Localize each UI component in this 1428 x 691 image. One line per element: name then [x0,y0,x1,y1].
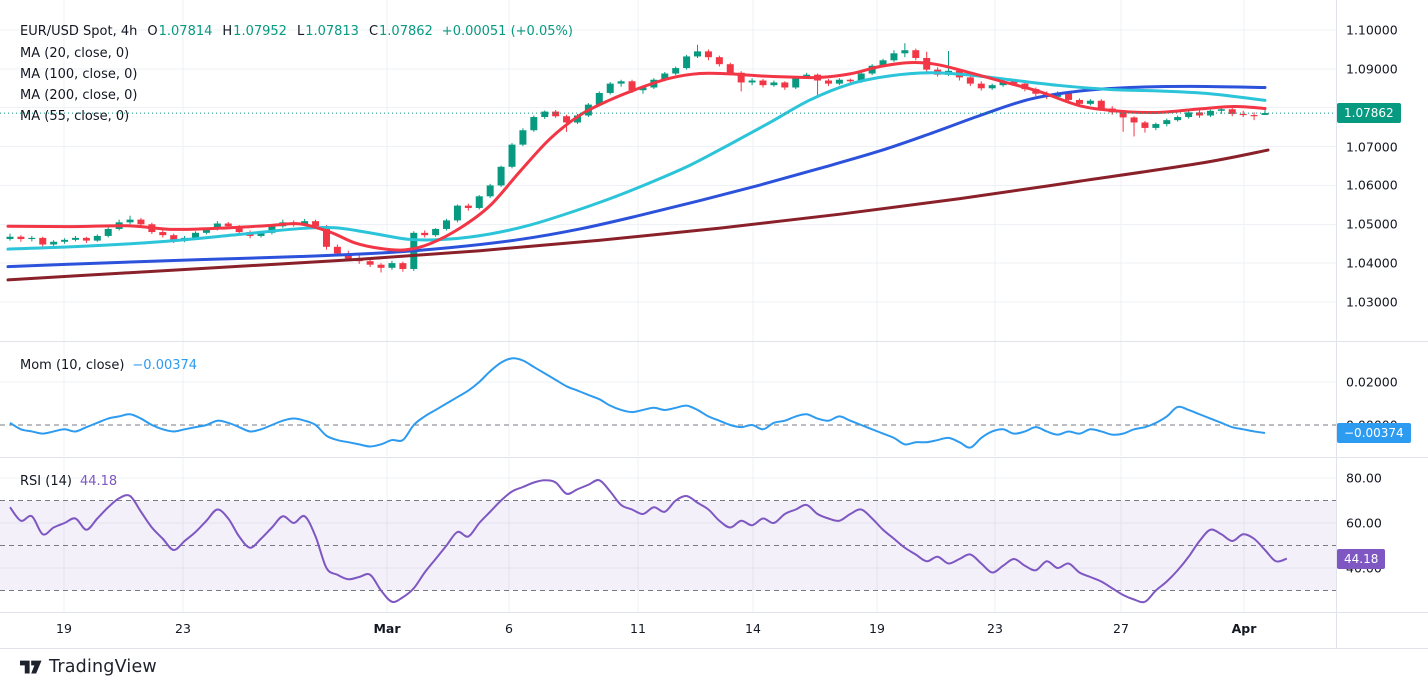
close-value: 1.07862 [379,24,433,39]
tradingview-logo[interactable]: TradingView [20,657,157,677]
symbol-title: EUR/USD Spot, 4h [20,24,137,39]
tradingview-logo-icon [20,660,42,675]
axis-tick-label: 60.00 [1346,516,1382,531]
symbol-legend-row[interactable]: EUR/USD Spot, 4h O1.07814 H1.07952 L1.07813… [20,24,573,39]
ma100-legend-row[interactable]: MA (100, close, 0) [20,67,137,82]
time-tick-label: Apr [1232,621,1257,636]
axis-tick-label: 1.03000 [1346,294,1398,309]
tradingview-chart-window: 1.100001.090001.080001.070001.060001.050… [0,0,1428,691]
momentum-value-badge: −0.00374 [1337,423,1411,443]
time-tick-label: 14 [745,621,761,636]
momentum-label: Mom (10, close) [20,358,124,373]
momentum-chart[interactable] [0,342,1336,456]
time-tick-label: 19 [869,621,885,636]
axis-tick-label: 1.05000 [1346,217,1398,232]
rsi-value: 44.18 [80,474,117,489]
change-value: +0.00051 (+0.05%) [442,24,573,39]
axis-tick-label: 0.02000 [1346,375,1398,390]
rsi-legend-row[interactable]: RSI (14) 44.18 [20,474,117,489]
momentum-legend-row[interactable]: Mom (10, close) −0.00374 [20,358,197,373]
time-tick-label: 23 [175,621,191,636]
panel-separator[interactable] [0,341,1428,342]
ma55-legend-row[interactable]: MA (55, close, 0) [20,109,129,124]
rsi-label: RSI (14) [20,474,72,489]
open-value: 1.07814 [159,24,213,39]
time-tick-label: 23 [987,621,1003,636]
open-label: O [147,24,157,39]
axis-tick-label: 80.00 [1346,471,1382,486]
rsi-chart[interactable] [0,458,1336,612]
high-value: 1.07952 [233,24,287,39]
time-tick-label: 6 [505,621,513,636]
high-label: H [222,24,232,39]
time-tick-label: Mar [373,621,400,636]
ma20-legend-row[interactable]: MA (20, close, 0) [20,46,129,61]
time-axis[interactable]: 19 23 Mar 6 11 14 19 23 27 Apr [0,613,1428,648]
footer: TradingView [0,649,1428,691]
time-tick-label: 27 [1113,621,1129,636]
main-price-chart[interactable] [0,0,1336,341]
current-price-badge: 1.07862 [1337,103,1401,123]
close-label: C [369,24,378,39]
time-tick-label: 19 [56,621,72,636]
low-value: 1.07813 [305,24,359,39]
axis-tick-label: 1.09000 [1346,61,1398,76]
axis-tick-label: 1.06000 [1346,178,1398,193]
axis-tick-label: 1.07000 [1346,139,1398,154]
panel-separator[interactable] [0,457,1428,458]
time-tick-label: 11 [630,621,646,636]
momentum-value: −0.00374 [132,358,197,373]
axis-tick-label: 1.10000 [1346,23,1398,38]
ma200-legend-row[interactable]: MA (200, close, 0) [20,88,137,103]
low-label: L [297,24,304,39]
axis-tick-label: 1.04000 [1346,256,1398,271]
tradingview-logo-text: TradingView [49,657,157,677]
rsi-value-badge: 44.18 [1337,549,1385,569]
